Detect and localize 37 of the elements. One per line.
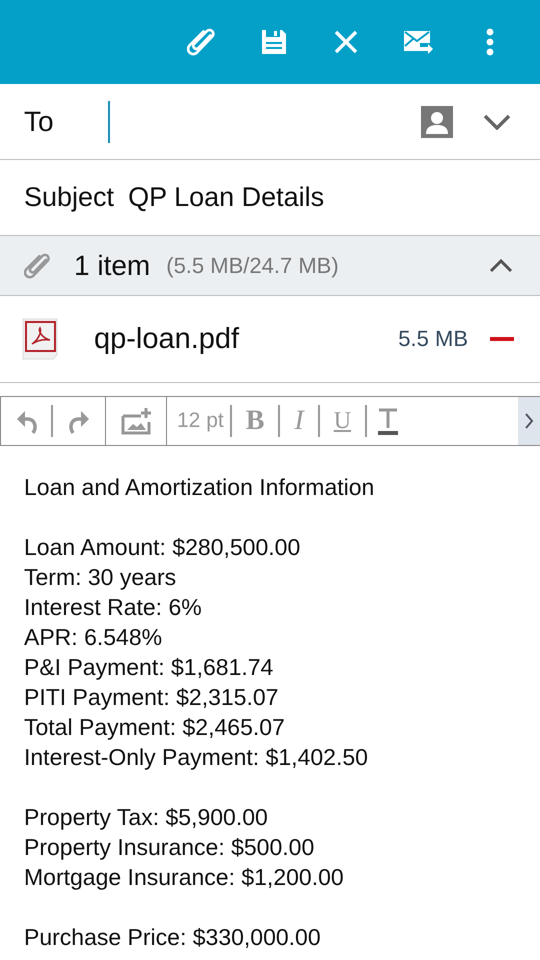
body-text-line: Purchase Price: $330,000.00 bbox=[24, 923, 322, 952]
font-size-button[interactable]: 12 pt bbox=[167, 397, 230, 445]
subject-label: Subject bbox=[24, 182, 114, 213]
chevron-up-icon bbox=[489, 258, 513, 272]
paperclip-icon bbox=[24, 252, 52, 280]
chevron-right-icon bbox=[524, 412, 534, 430]
subject-field[interactable]: QP Loan Details bbox=[128, 182, 324, 213]
body-text-line: P&I Payment: $1,681.74 bbox=[24, 653, 274, 682]
bold-button[interactable]: B bbox=[232, 397, 278, 445]
attachment-size: (5.5 MB/24.7 MB) bbox=[166, 252, 340, 278]
close-icon bbox=[334, 30, 358, 54]
body-text-line: Loan and Amortization Information bbox=[24, 473, 376, 502]
body-text-line: Loan Amount: $280,500.00 bbox=[24, 533, 302, 562]
to-label: To bbox=[24, 106, 55, 138]
mail-send-icon bbox=[403, 29, 433, 55]
insert-image-icon bbox=[120, 407, 152, 435]
attachment-count: 1 item bbox=[74, 250, 150, 282]
body-text-line: APR: 6.548% bbox=[24, 623, 164, 652]
body-text-line: Property Insurance: $500.00 bbox=[24, 833, 316, 862]
scroll-right-button[interactable] bbox=[518, 397, 540, 445]
underline-button[interactable]: U bbox=[320, 397, 366, 445]
body-text-line: Term: 30 years bbox=[24, 563, 178, 592]
save-icon bbox=[261, 29, 287, 55]
file-size: 5.5 MB bbox=[398, 326, 468, 352]
chevron-down-icon bbox=[483, 114, 511, 130]
italic-button[interactable]: I bbox=[280, 397, 318, 445]
body-text-line: PITI Payment: $2,315.07 bbox=[24, 683, 280, 712]
body-text-line: Total Payment: $2,465.07 bbox=[24, 713, 286, 742]
paperclip-icon bbox=[187, 27, 217, 57]
body-text-line: Mortgage Insurance: $1,200.00 bbox=[24, 863, 345, 892]
body-text-line: Interest Rate: 6% bbox=[24, 593, 203, 622]
body-text-line: Interest-Only Payment: $1,402.50 bbox=[24, 743, 369, 772]
file-name: qp-loan.pdf bbox=[94, 322, 240, 356]
more-icon bbox=[485, 28, 495, 56]
pdf-file-icon bbox=[22, 318, 60, 360]
body-text-line: Property Tax: $5,900.00 bbox=[24, 803, 269, 832]
text-color-icon bbox=[377, 407, 400, 435]
